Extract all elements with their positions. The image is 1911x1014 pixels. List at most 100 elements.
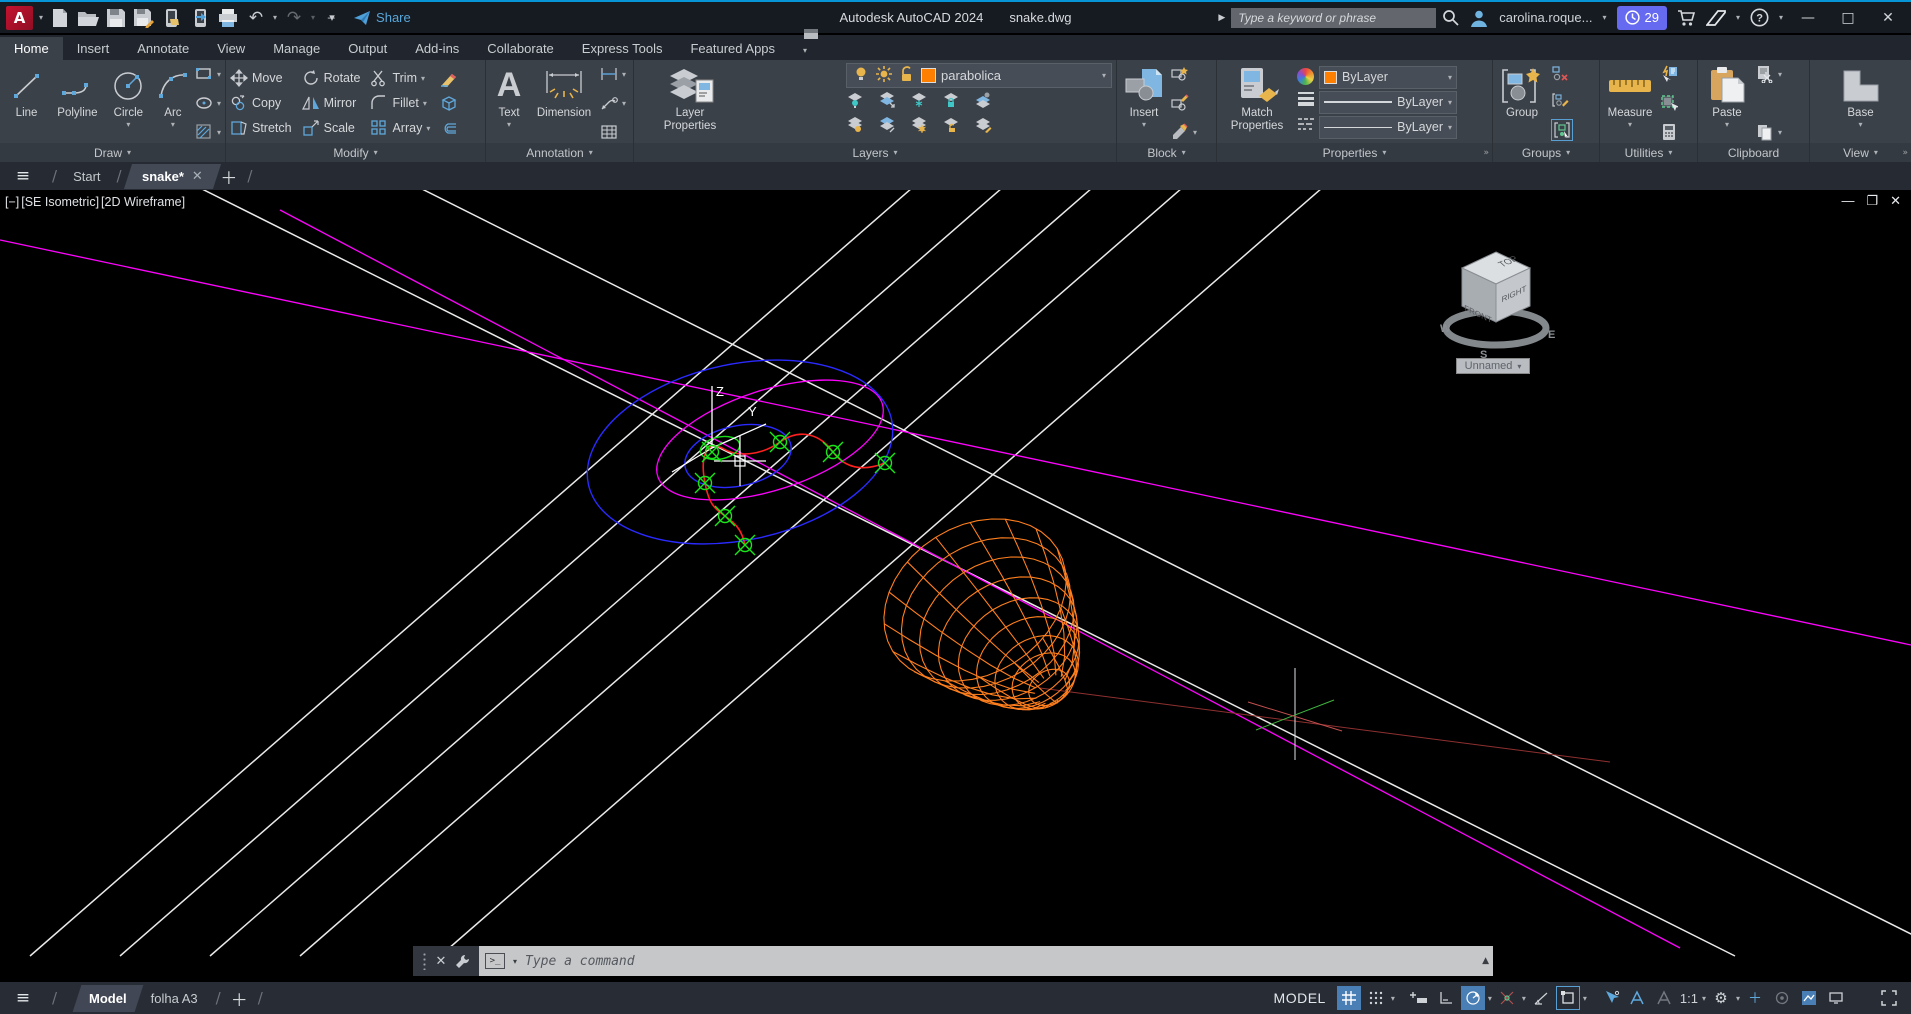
autodesk-chevron-icon[interactable] [1736, 13, 1740, 22]
explode-button[interactable] [440, 91, 458, 116]
panel-title-properties[interactable]: Properties» [1217, 143, 1492, 162]
properties-expander-icon[interactable]: » [1483, 148, 1489, 158]
layer-thaw-all-button[interactable] [910, 116, 942, 139]
ungroup-button[interactable] [1551, 65, 1573, 83]
tab-collaborate[interactable]: Collaborate [473, 37, 568, 60]
new-tab-button[interactable]: ＋ [220, 164, 237, 189]
panel-title-groups[interactable]: Groups [1493, 143, 1599, 162]
undo-chevron-icon[interactable] [273, 13, 277, 22]
new-layout-button[interactable]: ＋ [231, 986, 248, 1011]
panel-title-utilities[interactable]: Utilities [1600, 143, 1697, 162]
grid-toggle[interactable] [1337, 986, 1361, 1010]
measure-button[interactable]: Measure [1604, 63, 1656, 143]
tab-view[interactable]: View [203, 37, 259, 60]
model-tab[interactable]: Model [73, 985, 143, 1012]
lineweight-dropdown[interactable]: ByLayer [1319, 91, 1457, 114]
leader-button[interactable] [600, 94, 626, 112]
linear-chevron-icon[interactable] [622, 70, 626, 79]
isolate-objects-button[interactable] [1770, 986, 1794, 1010]
command-bar-grip[interactable]: ✕ [413, 946, 479, 976]
annotation-scale-button[interactable]: 1:1 [1680, 986, 1706, 1010]
insert-chevron-icon[interactable] [1142, 120, 1146, 129]
graphics-performance-button[interactable] [1797, 986, 1821, 1010]
osnap-tracking-chevron-icon[interactable] [1522, 994, 1526, 1003]
file-tab-snake[interactable]: snake*✕ [124, 164, 221, 189]
workspace-chevron-icon[interactable] [1736, 994, 1740, 1003]
layout-tab-folha-a3[interactable]: folha A3 [139, 985, 210, 1012]
plot-icon[interactable] [217, 6, 239, 30]
cart-icon[interactable] [1677, 9, 1696, 27]
command-close-icon[interactable]: ✕ [436, 954, 447, 969]
viewcube[interactable]: TOP FRONT RIGHT W S E [1438, 236, 1556, 378]
mirror-button[interactable]: Mirror [302, 91, 361, 116]
user-chevron-icon[interactable] [1602, 13, 1606, 22]
save-web-mobile-icon[interactable] [189, 6, 211, 30]
maximize-button[interactable]: □ [1833, 10, 1863, 26]
autodesk-logo-icon[interactable] [1706, 10, 1726, 26]
panel-title-clipboard[interactable]: Clipboard [1698, 143, 1809, 162]
rectangle-chevron-icon[interactable] [217, 70, 221, 79]
move-button[interactable]: Move [230, 66, 292, 91]
redo-icon[interactable]: ↷ [283, 6, 305, 30]
viewport-minus-control[interactable]: [−] [5, 195, 19, 209]
text-chevron-icon[interactable] [507, 120, 511, 129]
leader-chevron-icon[interactable] [622, 99, 626, 108]
arc-button[interactable]: Arc [155, 63, 191, 143]
rectangle-button[interactable] [195, 65, 221, 83]
panel-title-modify[interactable]: Modify [226, 143, 485, 162]
layer-off-button[interactable] [846, 91, 878, 114]
layer-on-icon[interactable] [852, 65, 870, 86]
ribbon-display-toggle[interactable] [789, 24, 839, 60]
circle-chevron-icon[interactable] [126, 120, 130, 129]
circle-button[interactable]: Circle [106, 63, 151, 143]
copy-clip-chevron-icon[interactable] [1778, 128, 1782, 137]
erase-button[interactable] [440, 66, 458, 91]
quick-select-button[interactable] [1660, 65, 1678, 83]
linetype-dropdown[interactable]: ByLayer [1319, 116, 1457, 139]
ribbon-display-chevron-icon[interactable] [803, 46, 807, 55]
fillet-chevron-icon[interactable] [423, 99, 427, 108]
array-chevron-icon[interactable] [426, 124, 430, 133]
auto-annotation-toggle[interactable] [1653, 986, 1677, 1010]
stretch-button[interactable]: Stretch [230, 116, 292, 141]
drawing-area[interactable]: Z Y [−] [SE Isometric] [2D Wireframe] — … [0, 190, 1911, 982]
layer-unisolate-button[interactable] [878, 116, 910, 139]
share-button[interactable]: Share [353, 10, 411, 26]
close-button[interactable]: ✕ [1873, 10, 1903, 26]
new-file-icon[interactable] [49, 6, 71, 30]
match-properties-button[interactable]: Match Properties [1221, 63, 1293, 143]
edit-group-button[interactable] [1551, 92, 1573, 110]
copy-button[interactable]: Copy [230, 91, 292, 116]
hatch-chevron-icon[interactable] [217, 128, 221, 137]
tab-express-tools[interactable]: Express Tools [568, 37, 677, 60]
tab-manage[interactable]: Manage [259, 37, 334, 60]
command-prompt-icon[interactable]: >_ [485, 953, 505, 969]
snap-toggle[interactable] [1364, 986, 1388, 1010]
tab-featured-apps[interactable]: Featured Apps [676, 37, 789, 60]
offset-button[interactable] [440, 116, 458, 141]
polar-chevron-icon[interactable] [1488, 994, 1492, 1003]
layer-dropdown-chevron-icon[interactable] [1102, 71, 1106, 80]
app-menu-chevron-icon[interactable] [39, 13, 43, 22]
cut-chevron-icon[interactable] [1778, 70, 1782, 79]
snap-chevron-icon[interactable] [1391, 994, 1395, 1003]
quick-calc-button[interactable] [1660, 123, 1678, 141]
layer-match-button[interactable] [974, 116, 1006, 139]
search-expand-icon[interactable]: ▶ [1218, 13, 1225, 23]
ortho-toggle[interactable] [1434, 986, 1458, 1010]
base-button[interactable]: Base [1835, 63, 1887, 143]
avatar-icon[interactable] [1469, 8, 1489, 28]
lineweight-icon[interactable] [1297, 89, 1315, 112]
clean-screen-button[interactable] [1877, 986, 1901, 1010]
edit-attributes-chevron-icon[interactable] [1193, 128, 1197, 137]
workspace-gear-icon[interactable]: ⚙ [1709, 986, 1733, 1010]
layer-make-current-button[interactable] [974, 91, 1006, 114]
isodraft-toggle[interactable] [1529, 986, 1553, 1010]
layer-unlock-all-button[interactable] [942, 116, 974, 139]
viewcube-view-name[interactable]: Unnamed [1456, 358, 1530, 374]
polyline-button[interactable]: Polyline [53, 63, 102, 143]
panel-title-draw[interactable]: Draw [0, 143, 225, 162]
undo-icon[interactable]: ↶ [245, 6, 267, 30]
autocad-app-icon[interactable]: A [6, 6, 33, 30]
trial-badge[interactable]: 29 [1617, 6, 1667, 30]
